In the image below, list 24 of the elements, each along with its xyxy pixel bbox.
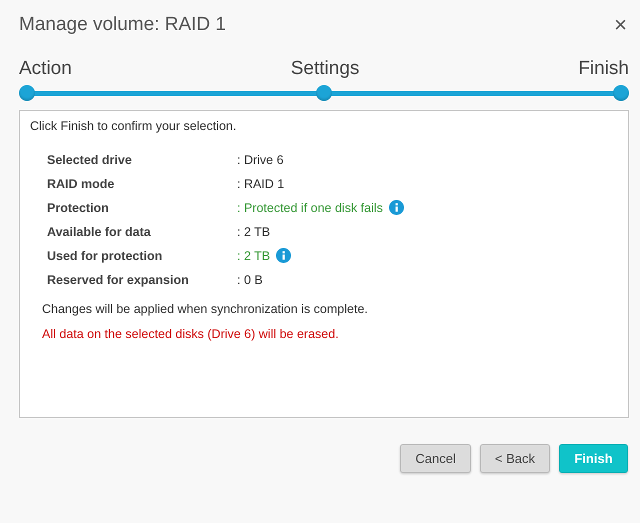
field-value: : 0 B xyxy=(237,272,263,286)
field-label: RAID mode xyxy=(47,176,116,190)
note-text: Changes will be applied when synchronization is complete. xyxy=(42,302,369,316)
field-label: Protection xyxy=(47,200,110,214)
close-button[interactable]: × xyxy=(614,12,627,38)
field-label: Reserved for expansion xyxy=(47,272,190,286)
field-label: Selected drive xyxy=(47,152,133,166)
dialog-button[interactable]: < Back xyxy=(480,444,550,473)
step-label: Action xyxy=(19,58,72,80)
warning-text: All data on the selected disks (Drive 6) will be erased. xyxy=(42,327,340,341)
field-value: : 2 TB xyxy=(237,248,270,262)
field-value: : RAID 1 xyxy=(237,176,284,190)
step-label: Finish xyxy=(578,58,629,80)
intro-text: Click Finish to confirm your selection. xyxy=(30,119,238,133)
field-value: : Drive 6 xyxy=(237,152,284,166)
step-label: Settings xyxy=(290,58,360,80)
field-value: : Protected if one disk fails xyxy=(237,200,383,214)
field-value: : 2 TB xyxy=(237,224,270,238)
window-title: Manage volume: RAID 1 xyxy=(19,14,226,36)
field-label: Available for data xyxy=(47,224,152,238)
dialog-button[interactable]: Cancel xyxy=(400,444,471,473)
field-label: Used for protection xyxy=(47,248,164,262)
info-icon[interactable] xyxy=(276,248,292,263)
info-icon[interactable] xyxy=(388,200,404,215)
